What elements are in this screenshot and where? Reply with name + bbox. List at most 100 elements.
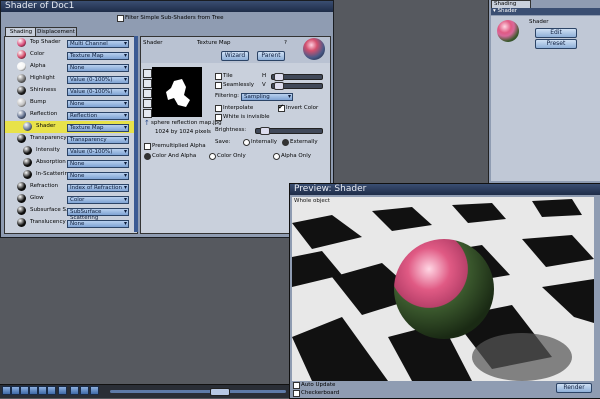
- preview-sphere: [394, 239, 494, 339]
- help-mark[interactable]: ?: [284, 40, 287, 46]
- shader-tree-row[interactable]: Alpha None: [5, 61, 137, 73]
- preset-button[interactable]: Preset: [535, 39, 577, 49]
- timeline-thumb[interactable]: [210, 388, 230, 396]
- right-panel-body: Shader Edit Preset: [491, 16, 600, 181]
- shader-tree-row[interactable]: Absorption None: [5, 157, 137, 169]
- shader-window-title[interactable]: Shader of Doc1: [1, 1, 333, 12]
- shader-tree-row[interactable]: Color Texture Map: [5, 49, 137, 61]
- shader-ball-icon: [23, 146, 32, 155]
- shader-type-select[interactable]: Texture Map: [67, 52, 129, 60]
- shader-type-select[interactable]: Texture Map: [67, 124, 129, 132]
- fast-forward-icon[interactable]: [58, 386, 67, 395]
- tile-v-slider[interactable]: [271, 82, 323, 90]
- tile-h-thumb[interactable]: [274, 73, 284, 81]
- shader-tree-row[interactable]: Subsurface S. SubSurface Scattering: [5, 205, 137, 221]
- brightness-thumb[interactable]: [260, 127, 270, 135]
- color-and-alpha-radio[interactable]: [144, 153, 151, 160]
- tile-checkbox[interactable]: [215, 73, 222, 80]
- shader-tree-row[interactable]: Translucency None: [5, 217, 137, 229]
- image-icon[interactable]: [143, 79, 152, 88]
- shader-type-select[interactable]: None: [67, 160, 129, 168]
- collapse-icon[interactable]: ▾: [493, 8, 496, 14]
- invert-color-label: Invert Color: [286, 105, 319, 111]
- shader-type-select[interactable]: None: [67, 100, 129, 108]
- alpha-only-label: Alpha Only: [281, 153, 311, 159]
- interpolate-checkbox[interactable]: [215, 105, 222, 112]
- alpha-only-radio[interactable]: [273, 153, 280, 160]
- shader-tree-row[interactable]: Top Shader Multi Channel: [5, 37, 137, 49]
- step-forward-icon[interactable]: [47, 386, 56, 395]
- shader-type-select[interactable]: Transparency: [67, 136, 129, 144]
- loop-icon[interactable]: [70, 386, 79, 395]
- shader-type-select[interactable]: None: [67, 172, 129, 180]
- shader-type-select[interactable]: Reflection: [67, 112, 129, 120]
- shader-type-select[interactable]: Index of Refraction: [67, 184, 129, 192]
- wizard-button[interactable]: Wizard: [221, 51, 249, 61]
- open-file-icon[interactable]: [143, 69, 152, 78]
- shader-type-select[interactable]: Color: [67, 196, 129, 204]
- filter-checkbox[interactable]: [117, 15, 124, 22]
- preview-title[interactable]: Preview: Shader: [290, 184, 600, 195]
- shader-row-label: Shininess: [30, 87, 57, 93]
- shader-tree-row[interactable]: Highlight Value (0-100%): [5, 73, 137, 85]
- settings-icon[interactable]: [80, 386, 89, 395]
- premultiplied-label: Premultiplied Alpha: [152, 143, 206, 149]
- rewind-icon[interactable]: [2, 386, 11, 395]
- white-invisible-checkbox[interactable]: [215, 114, 222, 121]
- shader-type-select[interactable]: Value (0-100%): [67, 148, 129, 156]
- shader-tree-row[interactable]: Intensity Value (0-100%): [5, 145, 137, 157]
- shader-row-label: Absorption: [36, 159, 66, 165]
- shader-tree-row[interactable]: Shininess Value (0-100%): [5, 85, 137, 97]
- color-only-radio[interactable]: [209, 153, 216, 160]
- shader-type-select[interactable]: Multi Channel: [67, 40, 129, 48]
- preview-window: Preview: Shader Whole object Auto Update…: [289, 183, 600, 399]
- externally-radio[interactable]: [282, 139, 289, 146]
- render-button[interactable]: Render: [556, 383, 592, 393]
- tree-scrollbar[interactable]: [134, 36, 138, 232]
- tile-h-slider[interactable]: [271, 73, 323, 81]
- shader-type-select[interactable]: Value (0-100%): [67, 76, 129, 84]
- shader-tree-row[interactable]: Reflection Reflection: [5, 109, 137, 121]
- record-icon[interactable]: [90, 386, 99, 395]
- seamlessly-checkbox[interactable]: [215, 82, 222, 89]
- internally-label: Internally: [251, 139, 277, 145]
- preview-render[interactable]: Whole object: [292, 197, 594, 381]
- file-size: 1024 by 1024 pixels: [155, 129, 211, 135]
- internally-radio[interactable]: [243, 139, 250, 146]
- stop-icon[interactable]: [29, 386, 38, 395]
- shader-tree-row[interactable]: In-Scattering None: [5, 169, 137, 181]
- right-shader-ball[interactable]: [497, 20, 519, 42]
- shader-tree-row[interactable]: Refraction Index of Refraction: [5, 181, 137, 193]
- parent-button[interactable]: Parent: [257, 51, 285, 61]
- play-back-icon[interactable]: [20, 386, 29, 395]
- filter-label: Filter Simple Sub-Shaders from Tree: [125, 15, 224, 21]
- up-arrow-icon[interactable]: ↑: [144, 119, 150, 127]
- shader-tree-row[interactable]: Transparency Transparency: [5, 133, 137, 145]
- edit-button[interactable]: Edit: [535, 28, 577, 38]
- interpolate-label: Interpolate: [223, 105, 254, 111]
- shader-type-select[interactable]: None: [67, 220, 129, 228]
- shader-type-select[interactable]: SubSurface Scattering: [67, 208, 129, 221]
- filter-checkbox-area[interactable]: Filter Simple Sub-Shaders from Tree: [117, 15, 277, 23]
- shader-type-select[interactable]: None: [67, 64, 129, 72]
- premultiplied-checkbox[interactable]: [144, 143, 151, 150]
- auto-update-checkbox[interactable]: [293, 382, 300, 389]
- step-back-icon[interactable]: [11, 386, 20, 395]
- shader-tree-row[interactable]: Glow Color: [5, 193, 137, 205]
- shader-tree-row[interactable]: Bump None: [5, 97, 137, 109]
- shader-ball-icon: [17, 86, 26, 95]
- play-icon[interactable]: [38, 386, 47, 395]
- shader-row-label: Refraction: [30, 183, 59, 189]
- flip-horizontal-icon[interactable]: [143, 89, 152, 98]
- flip-vertical-icon[interactable]: [143, 99, 152, 108]
- tile-v-thumb[interactable]: [274, 82, 284, 90]
- shader-tree: Top ShaderMulti ChannelColorTexture MapA…: [4, 36, 138, 234]
- filtering-select[interactable]: Sampling: [241, 93, 293, 101]
- shader-tree-row[interactable]: Shader Texture Map: [5, 121, 137, 133]
- checkerboard-checkbox[interactable]: [293, 390, 300, 397]
- texture-thumbnail[interactable]: [152, 67, 202, 117]
- rotate-icon[interactable]: [143, 109, 152, 118]
- timeline-slider[interactable]: [110, 388, 286, 396]
- shader-type-select[interactable]: Value (0-100%): [67, 88, 129, 96]
- brightness-slider[interactable]: [255, 127, 323, 135]
